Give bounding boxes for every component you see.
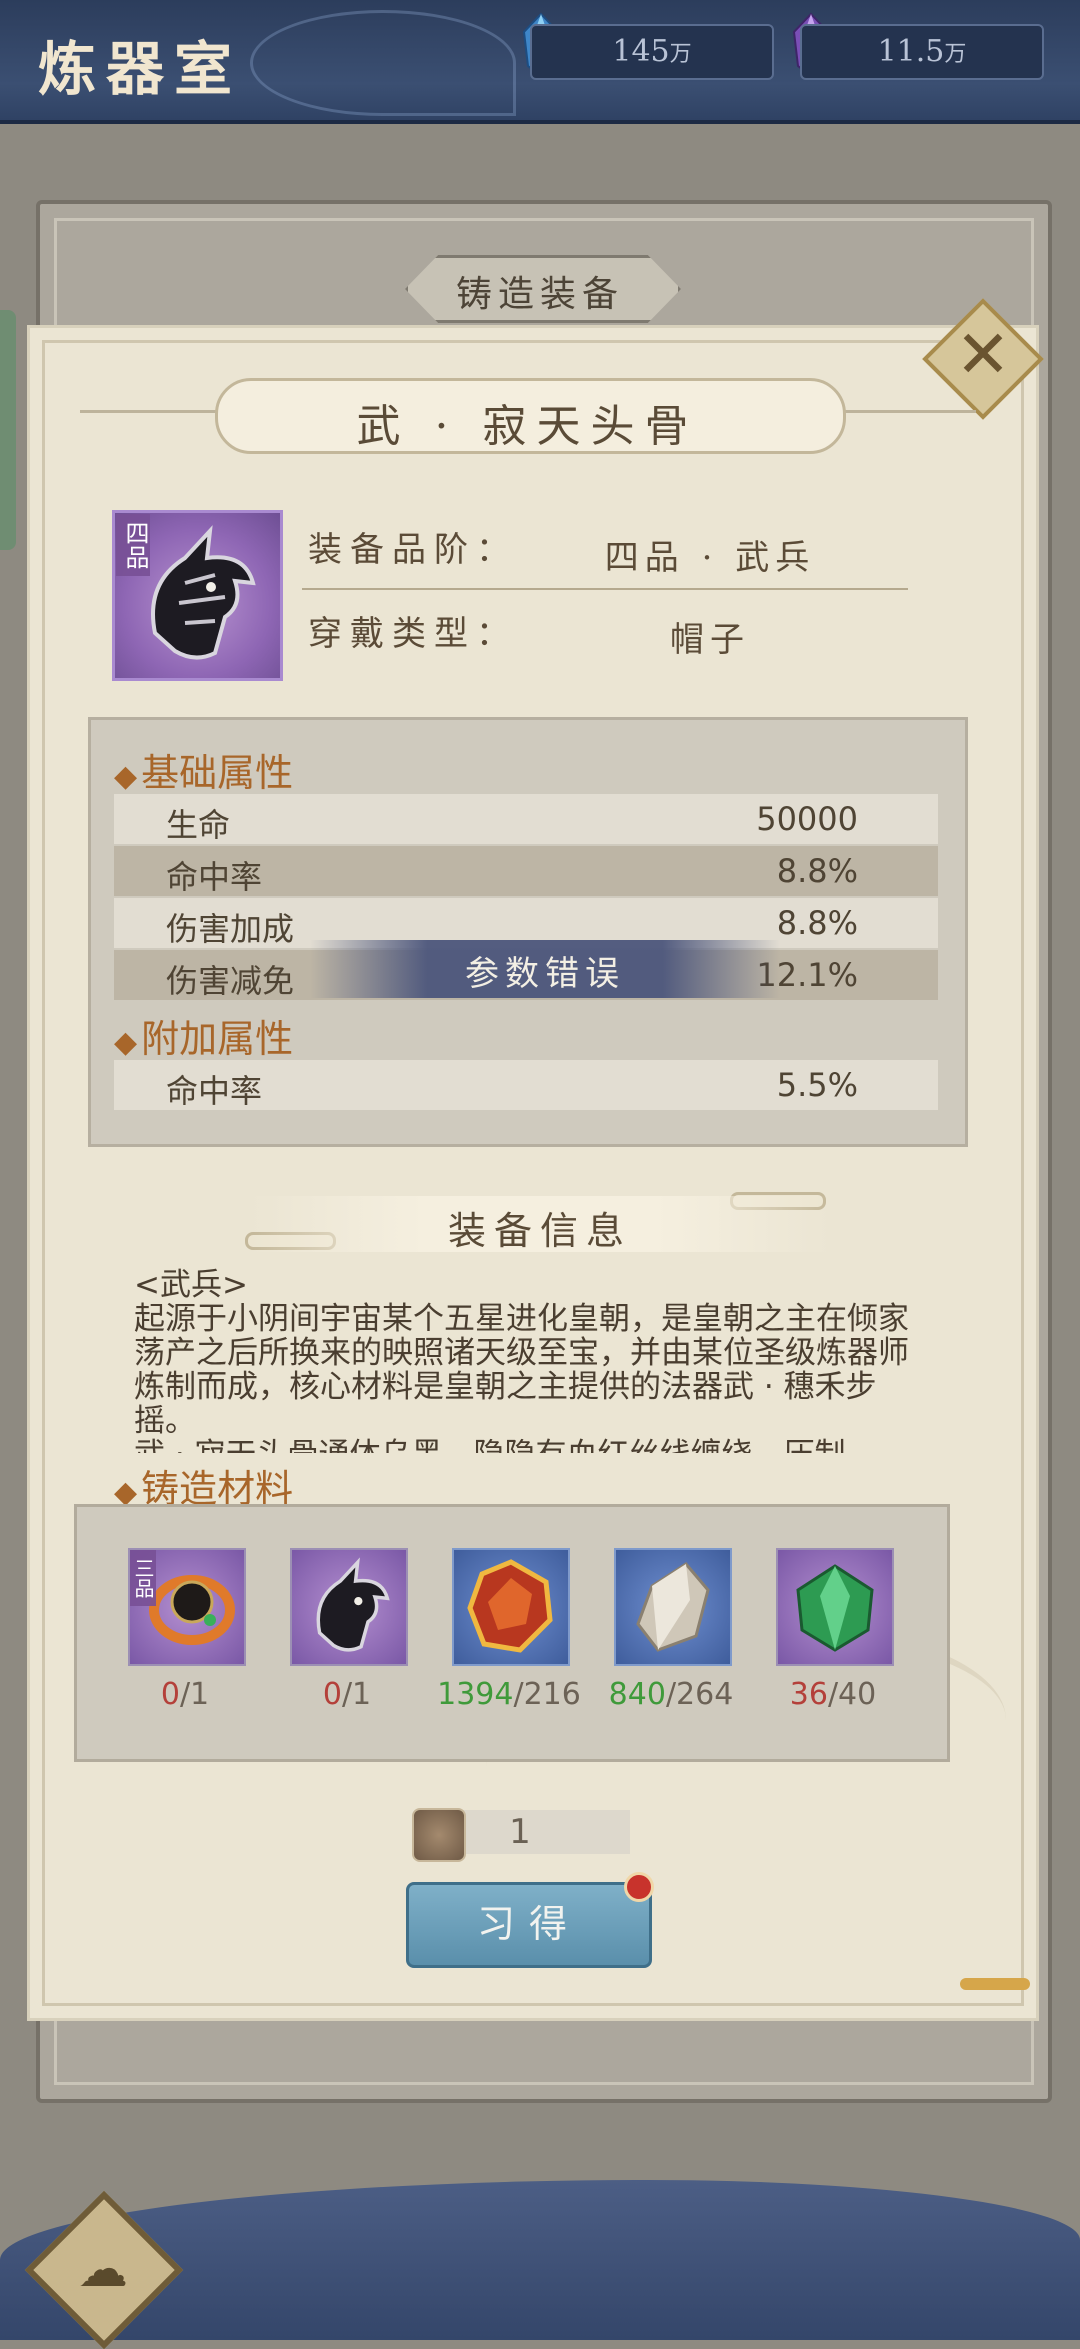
material-slot[interactable] <box>776 1548 894 1666</box>
red-ore-icon <box>467 1559 553 1653</box>
attribute-value: 5.5% <box>776 1066 858 1104</box>
material-count: 1394/216 <box>429 1677 589 1712</box>
section-title: 基础属性 <box>141 751 294 795</box>
attribute-label: 命中率 <box>166 1072 263 1110</box>
material-need: /40 <box>827 1677 877 1712</box>
material-count: 840/264 <box>591 1677 751 1712</box>
close-icon[interactable]: ✕ <box>940 312 1026 398</box>
resource-unit: 万 <box>669 42 692 67</box>
attribute-label: 命中率 <box>166 858 263 896</box>
material-slot[interactable] <box>452 1548 570 1666</box>
extra-attributes-heading: ◆ 附加属性 <box>114 1008 293 1063</box>
side-tab[interactable] <box>0 310 16 550</box>
silver-ore-icon <box>636 1562 710 1652</box>
resource-amount: 145 <box>612 34 670 69</box>
material-have: 840 <box>608 1677 666 1712</box>
equipment-description[interactable]: <武兵> 起源于小阴间宇宙某个五星进化皇朝，是皇朝之主在倾家荡产之后所换来的映照… <box>134 1268 934 1453</box>
diamond-icon: ◆ <box>114 759 138 794</box>
error-toast-text: 参数错误 <box>465 954 625 994</box>
material-count: 36/40 <box>753 1677 913 1712</box>
page-title: 炼器室 <box>38 35 243 103</box>
dragon-skull-helmet-icon <box>316 1557 390 1652</box>
wear-type-value: 帽子 <box>670 620 750 660</box>
attribute-row: 命中率 8.8% <box>114 846 938 896</box>
banner-line-left <box>80 410 220 413</box>
resource-counter-crystal[interactable]: 145万 <box>530 24 774 80</box>
scroll-decoration <box>960 1978 1030 1990</box>
material-need: /264 <box>665 1677 734 1712</box>
resource-amount: 11.5 <box>877 34 945 69</box>
grade-tag: 四品 <box>116 514 150 576</box>
material-count: 0/1 <box>105 1677 265 1712</box>
tab-label: 铸造装备 <box>455 274 624 315</box>
equipment-name: 武 · 寂天头骨 <box>356 401 699 452</box>
material-have: 0 <box>160 1677 180 1712</box>
green-gem-icon <box>796 1564 874 1652</box>
material-have: 1394 <box>437 1677 514 1712</box>
material-need: /216 <box>513 1677 581 1712</box>
resource-counter-spirit[interactable]: 11.5万 <box>800 24 1044 80</box>
wear-type-label: 穿戴类型： <box>308 614 518 654</box>
craft-count: 1 <box>509 1812 531 1852</box>
section-title: 附加属性 <box>141 1017 294 1061</box>
material-count: 0/1 <box>267 1677 427 1712</box>
attribute-row: 生命 50000 <box>114 794 938 844</box>
attribute-label: 生命 <box>166 806 231 844</box>
material-grade-tag: 三品 <box>130 1550 156 1606</box>
cloud-emblem-icon[interactable]: ☁ <box>64 2230 142 2308</box>
material-need: /1 <box>341 1677 372 1712</box>
learn-button[interactable]: 习得 <box>406 1882 652 1968</box>
attribute-label: 伤害减免 <box>166 962 295 1000</box>
material-have: 36 <box>789 1677 828 1712</box>
grade-value: 四品 · 武兵 <box>604 538 816 578</box>
resource-unit: 万 <box>944 42 967 67</box>
grade-label: 装备品阶： <box>308 530 518 570</box>
attribute-row: 命中率 5.5% <box>114 1060 938 1110</box>
material-slot[interactable] <box>290 1548 408 1666</box>
material-have: 0 <box>322 1677 342 1712</box>
base-attributes-heading: ◆ 基础属性 <box>114 742 293 797</box>
notification-dot <box>624 1872 654 1902</box>
material-need: /1 <box>179 1677 210 1712</box>
cloud-swirl-decoration <box>250 10 516 116</box>
banner-line-right <box>836 410 976 413</box>
material-slot[interactable] <box>614 1548 732 1666</box>
diamond-icon: ◆ <box>114 1025 138 1060</box>
attribute-value: 8.8% <box>776 852 858 890</box>
attribute-value: 8.8% <box>776 904 858 942</box>
equipment-info-title: 装备信息 <box>447 1209 632 1253</box>
info-divider <box>302 588 908 590</box>
attribute-value: 50000 <box>756 800 858 838</box>
attribute-label: 伤害加成 <box>166 910 295 948</box>
